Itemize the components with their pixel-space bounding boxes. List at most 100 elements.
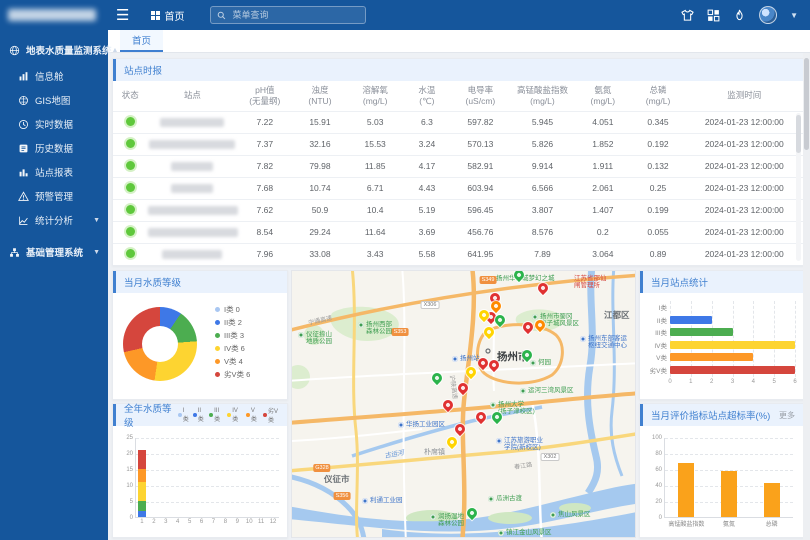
cell-value: 6.3 (403, 111, 451, 133)
table-row[interactable]: 7.3732.1615.533.24570.135.8261.8520.1922… (113, 133, 803, 155)
overlimit-more-link[interactable]: 更多 (779, 410, 795, 421)
hbar-category-label: III类 (646, 327, 670, 337)
map-label: 江苏旅游职业学院(新校区) (496, 437, 543, 452)
page-scrollbar[interactable] (803, 30, 810, 540)
status-dot (126, 183, 135, 192)
poi-icon (520, 388, 526, 394)
cell-value: 11.64 (348, 221, 403, 243)
donut-legend: I类 0II类 2III类 3IV类 6V类 4劣V类 6 (215, 303, 250, 381)
hbar-category-label: II类 (646, 315, 670, 325)
overlimit-bar[interactable] (764, 483, 780, 517)
hbar-bar[interactable] (670, 316, 712, 324)
sidebar-item-history-data[interactable]: 历史数据 (0, 136, 108, 160)
annual-stacked-chart[interactable]: 0510152025123456789101112 (135, 438, 279, 518)
hamburger-menu-icon[interactable]: ☰ (116, 8, 129, 23)
overlimit-bar[interactable] (721, 471, 737, 517)
user-avatar[interactable] (759, 6, 777, 24)
menu-search[interactable] (210, 6, 366, 24)
cell-value: 5.945 (510, 111, 576, 133)
table-row[interactable]: 8.5429.2411.643.69456.768.5760.20.055202… (113, 221, 803, 243)
col-header: 总磷(mg/L) (630, 81, 685, 111)
cell-value: 0.345 (630, 111, 685, 133)
station-name-redacted (149, 140, 235, 149)
stack-segment[interactable] (138, 450, 146, 469)
cell-value: 582.91 (451, 155, 510, 177)
sidebar-item-alert-management[interactable]: 预警管理 (0, 184, 108, 208)
sidebar-item-realtime-data[interactable]: 实时数据 (0, 112, 108, 136)
tab-home[interactable]: 首页 (120, 30, 163, 52)
stack-segment[interactable] (138, 469, 146, 482)
map-label: 扬州站 (452, 355, 480, 362)
legend-item[interactable]: III类 (209, 408, 224, 423)
legend-item[interactable]: IV类 6 (215, 342, 250, 355)
grade-donut-chart[interactable] (123, 307, 197, 381)
hbar-bar[interactable] (670, 328, 733, 336)
sidebar-item-base-management[interactable]: 基础管理系统 ▼ (0, 240, 108, 264)
legend-item[interactable]: I类 0 (215, 303, 250, 316)
map-label: 利通工业园 (362, 497, 403, 504)
poi-icon (530, 360, 536, 366)
overlimit-bar[interactable] (678, 463, 694, 517)
poi-icon (496, 438, 502, 444)
table-scrollbar[interactable] (796, 113, 801, 261)
map-label: 镇江金山风景区 (498, 529, 552, 536)
stack-segment[interactable] (138, 482, 146, 501)
hbar-bar[interactable] (670, 341, 795, 349)
cell-value: 1.852 (575, 133, 630, 155)
map-label: 华扬工业园区 (398, 421, 445, 428)
base-system-icon (9, 247, 20, 258)
cell-value: 7.82 (237, 155, 292, 177)
stack-segment[interactable] (138, 501, 146, 511)
table-row[interactable]: 7.6810.746.714.43603.946.5662.0610.25202… (113, 177, 803, 199)
poi-icon (580, 336, 586, 342)
cell-value: 2.061 (575, 177, 630, 199)
cell-value: 1.407 (575, 199, 630, 221)
legend-item[interactable]: 劣V类 6 (215, 368, 250, 381)
sidebar-root-system[interactable]: 地表水质量监测系统 ▲ (0, 38, 108, 62)
panel-title-station-stat: 当月站点统计 (640, 271, 803, 293)
layout-panels-icon[interactable] (707, 9, 720, 22)
legend-item[interactable]: V类 (246, 408, 260, 423)
table-row[interactable]: 7.6250.910.45.19596.453.8071.4070.199202… (113, 199, 803, 221)
poi-icon (430, 514, 436, 520)
legend-item[interactable]: II类 2 (215, 316, 250, 329)
sidebar-item-station-report[interactable]: 站点报表 (0, 160, 108, 184)
table-row[interactable]: 7.9633.083.435.58641.957.893.0640.892024… (113, 243, 803, 265)
legend-item[interactable]: III类 3 (215, 329, 250, 342)
road-badge: S349 (480, 276, 497, 284)
legend-item[interactable]: I类 (178, 408, 190, 423)
hbar-category-label: IV类 (646, 340, 670, 350)
hbar-bar[interactable] (670, 353, 753, 361)
table-row[interactable]: 7.8279.9811.854.17582.919.9141.9110.1322… (113, 155, 803, 177)
legend-item[interactable]: V类 4 (215, 355, 250, 368)
gis-map[interactable]: 扬州市江都区仪征市扬州西部森林公园仪征捺山地质公园扬州华侨城梦幻之城扬州市蜀冈唐… (291, 270, 636, 538)
status-dot (126, 227, 135, 236)
cell-value: 7.68 (237, 177, 292, 199)
legend-item[interactable]: II类 (193, 408, 206, 423)
legend-item[interactable]: IV类 (227, 408, 243, 423)
legend-item[interactable]: 劣V类 (263, 406, 283, 424)
table-row[interactable]: 7.2215.915.036.3597.825.9454.0510.345202… (113, 111, 803, 133)
overlimit-bar-chart[interactable]: 020406080100高锰酸盐指数氨氮总磷 (664, 438, 793, 518)
cell-value: 0.192 (630, 133, 685, 155)
user-menu-chevron-down-icon[interactable]: ▼ (790, 11, 798, 20)
sidebar-item-info-cabin[interactable]: 信息舱 (0, 64, 108, 88)
cell-value: 4.43 (403, 177, 451, 199)
sidebar-item-gis-map[interactable]: GIS地图 (0, 88, 108, 112)
map-label: 扬州东部客运枢纽交通中心 (580, 335, 627, 350)
nav-home[interactable]: 首页 (151, 8, 184, 23)
sidebar-item-statistics[interactable]: 统计分析 ▼ (0, 208, 108, 232)
theme-skin-icon[interactable] (681, 9, 694, 22)
hbar-bar[interactable] (670, 366, 795, 374)
search-input[interactable] (230, 9, 350, 21)
legend-swatch (215, 307, 220, 312)
cell-value: 596.45 (451, 199, 510, 221)
hbar-category-label: 劣V类 (646, 365, 670, 375)
stack-segment[interactable] (138, 511, 146, 517)
station-name-redacted (171, 162, 213, 171)
cell-time: 2024-01-23 12:00:00 (686, 111, 803, 133)
cell-value: 10.4 (348, 199, 403, 221)
legend-swatch (215, 359, 220, 364)
flame-icon[interactable] (733, 9, 746, 22)
station-stat-hbar-chart[interactable]: 0123456I类II类III类IV类V类劣V类 (646, 301, 795, 385)
